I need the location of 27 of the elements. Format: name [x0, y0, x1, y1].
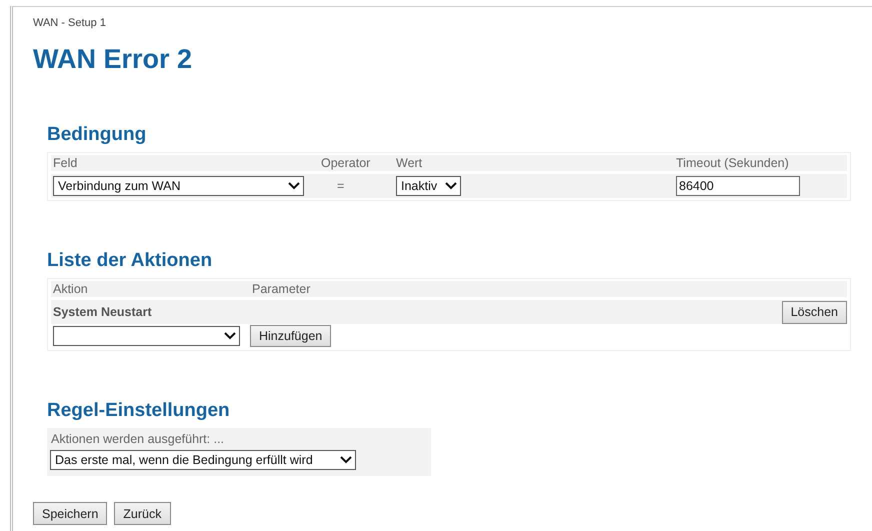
delete-button[interactable]: Löschen	[782, 300, 847, 324]
chevron-icon	[224, 332, 236, 340]
breadcrumb: WAN - Setup 1	[33, 17, 107, 29]
execution-dropdown[interactable]: Das erste mal, wenn die Bedingung erfüllt wird	[50, 450, 356, 470]
chevron-icon	[445, 182, 457, 190]
column-header: Feld	[52, 156, 78, 170]
page-title: WAN Error 2	[33, 43, 194, 75]
chevron-icon	[288, 182, 300, 190]
column-header: Operator	[320, 156, 372, 170]
section-heading: Liste der Aktionen	[47, 249, 214, 273]
save-button[interactable]: Speichern	[33, 502, 108, 525]
column-header: Timeout (Sekunden)	[675, 156, 790, 170]
back-button[interactable]: Zurück	[114, 502, 170, 525]
value-dropdown[interactable]: Inaktiv	[396, 176, 461, 196]
section-heading: Regel-Einstellungen	[47, 399, 231, 423]
settings-label: Aktionen werden ausgeführt: ...	[50, 432, 226, 446]
action-name: System Neustart	[52, 305, 153, 319]
column-header: Aktion	[52, 282, 89, 296]
operator-text: =	[336, 179, 346, 193]
field-dropdown[interactable]: Verbindung zum WAN	[53, 176, 304, 196]
add-button[interactable]: Hinzufügen	[250, 325, 332, 347]
action-dropdown[interactable]	[53, 326, 240, 346]
column-header: Wert	[395, 156, 424, 170]
chevron-icon	[340, 456, 352, 464]
column-header: Parameter	[251, 282, 312, 296]
timeout-field[interactable]: 86400	[676, 176, 800, 196]
section-heading: Bedingung	[47, 123, 148, 147]
